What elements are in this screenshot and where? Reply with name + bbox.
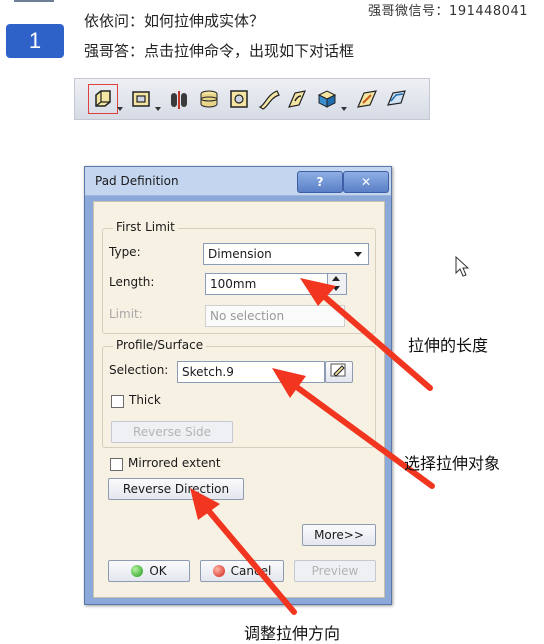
annotation-length: 拉伸的长度 [408, 336, 489, 355]
annotation-arrows [190, 255, 470, 615]
annotation-direction: 调整拉伸方向 [244, 624, 341, 643]
arrow-direction [190, 488, 297, 615]
mouse-cursor-icon [455, 255, 470, 277]
annotation-selection: 选择拉伸对象 [404, 454, 501, 473]
